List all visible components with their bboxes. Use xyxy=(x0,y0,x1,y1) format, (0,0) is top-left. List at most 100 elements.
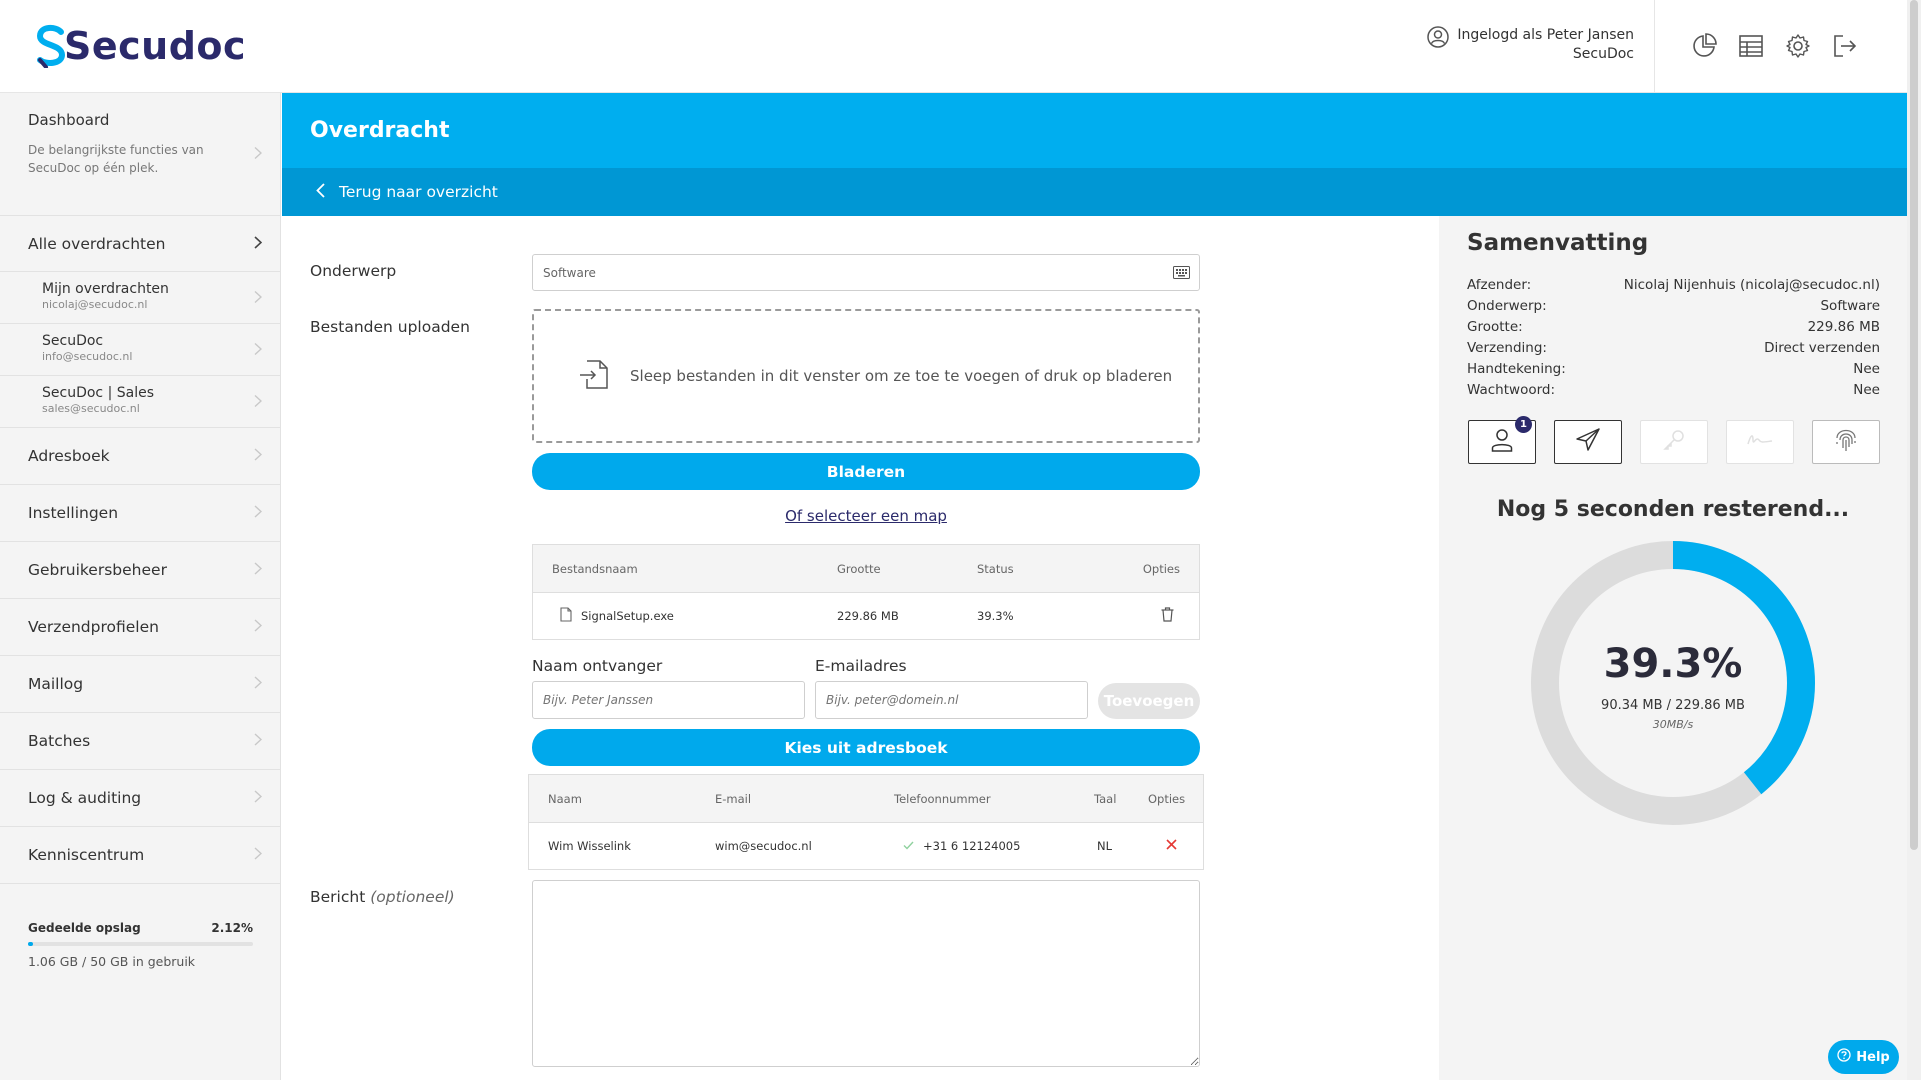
recipients-table: Naam E-mail Telefoonnummer Taal Opties W… xyxy=(528,774,1204,870)
summary-row-signature: Handtekening: Nee xyxy=(1467,361,1880,377)
sidebar-subitem-email: nicolaj@secudoc.nl xyxy=(42,298,148,311)
sidebar-subitem-label: SecuDoc xyxy=(42,333,104,349)
organization-name: SecuDoc xyxy=(1572,46,1634,62)
message-textarea[interactable] xyxy=(532,880,1200,1067)
progress-size: 90.34 MB / 229.86 MB xyxy=(1601,698,1745,713)
pie-chart-icon[interactable] xyxy=(1690,32,1717,59)
logged-in-as: Ingelogd als Peter Jansen xyxy=(1457,27,1634,43)
storage-label: Gedeelde opslag xyxy=(28,921,141,935)
fingerprint-option-button[interactable] xyxy=(1812,420,1880,464)
email-input[interactable] xyxy=(815,681,1088,719)
chevron-right-icon xyxy=(254,235,263,253)
sidebar-item-addressbook[interactable]: Adresboek xyxy=(0,428,280,485)
sidebar-item-label: Instellingen xyxy=(28,504,119,522)
sidebar-item-label: Adresboek xyxy=(28,447,110,465)
add-recipient-button[interactable]: Toevoegen xyxy=(1098,683,1200,719)
file-import-icon xyxy=(578,357,610,395)
password-option-button[interactable] xyxy=(1640,420,1708,464)
chevron-right-icon xyxy=(254,340,263,359)
sidebar-subitem-sales[interactable]: SecuDoc | Sales sales@secudoc.nl xyxy=(0,376,280,428)
sidebar-item-log-auditing[interactable]: Log & auditing xyxy=(0,770,280,827)
time-remaining: Nog 5 seconden resterend... xyxy=(1496,497,1850,522)
send-option-button[interactable] xyxy=(1554,420,1622,464)
chevron-right-icon xyxy=(254,618,263,636)
summary-row-sender: Afzender: Nicolaj Nijenhuis (nicolaj@secu… xyxy=(1467,277,1880,293)
sidebar-item-description: De belangrijkste functies van SecuDoc op… xyxy=(28,143,204,175)
column-header: Naam xyxy=(548,791,582,806)
sidebar-item-send-profiles[interactable]: Verzendprofielen xyxy=(0,599,280,656)
question-circle-icon xyxy=(1837,1048,1851,1066)
sidebar-item-user-management[interactable]: Gebruikersbeheer xyxy=(0,542,280,599)
user-info[interactable]: Ingelogd als Peter Jansen SecuDoc xyxy=(1427,26,1634,64)
summary-row-delivery: Verzending: Direct verzenden xyxy=(1467,340,1880,356)
subject-label: Onderwerp xyxy=(310,262,397,280)
remove-recipient-icon[interactable] xyxy=(1166,839,1177,853)
signature-option-button[interactable] xyxy=(1726,420,1794,464)
key-icon xyxy=(1662,428,1686,456)
sidebar-subitem-my-transfers[interactable]: Mijn overdrachten nicolaj@secudoc.nl xyxy=(0,272,280,324)
trash-icon[interactable] xyxy=(1161,607,1174,625)
recipient-name-input[interactable] xyxy=(532,681,805,719)
recipient-name-label: Naam ontvanger xyxy=(532,657,663,675)
page-scrollbar[interactable] xyxy=(1907,0,1921,1080)
sidebar-item-dashboard[interactable]: Dashboard De belangrijkste functies van … xyxy=(0,93,280,216)
files-table-header: Bestandsnaam Grootte Status Opties xyxy=(533,545,1199,593)
sidebar-item-batches[interactable]: Batches xyxy=(0,713,280,770)
sidebar-subitem-secudoc[interactable]: SecuDoc info@secudoc.nl xyxy=(0,324,280,376)
recipients-table-header: Naam E-mail Telefoonnummer Taal Opties xyxy=(529,775,1203,823)
subject-input[interactable]: Software xyxy=(532,254,1200,291)
summary-title: Samenvatting xyxy=(1467,230,1649,256)
page-title: Overdracht xyxy=(310,118,450,143)
user-circle-icon xyxy=(1427,26,1450,54)
back-label: Terug naar overzicht xyxy=(339,183,498,201)
file-dropzone[interactable]: Sleep bestanden in dit venster om ze toe… xyxy=(532,309,1200,443)
files-table: Bestandsnaam Grootte Status Opties Signa… xyxy=(532,544,1200,640)
user-icon xyxy=(1491,428,1513,456)
logo-shield-icon xyxy=(36,24,66,69)
recipients-option-button[interactable]: 1 xyxy=(1468,416,1536,464)
summary-value: Nee xyxy=(1853,361,1880,377)
sidebar-item-settings[interactable]: Instellingen xyxy=(0,485,280,542)
summary-row-size: Grootte: 229.86 MB xyxy=(1467,319,1880,335)
check-icon xyxy=(903,839,914,853)
storage-usage: 1.06 GB / 50 GB in gebruik xyxy=(28,954,196,969)
help-button[interactable]: Help xyxy=(1828,1040,1899,1074)
recipient-count-badge: 1 xyxy=(1515,416,1532,433)
secudoc-logo[interactable]: Secudoc xyxy=(36,24,246,69)
sidebar-item-knowledge-center[interactable]: Kenniscentrum xyxy=(0,827,280,884)
paper-plane-icon xyxy=(1575,428,1601,456)
sidebar-item-all-transfers[interactable]: Alle overdrachten xyxy=(0,216,280,272)
file-icon xyxy=(560,607,572,625)
column-header: Taal xyxy=(1094,791,1117,806)
message-label: Bericht (optioneel) xyxy=(310,888,455,906)
sidebar-item-label: Log & auditing xyxy=(28,789,142,807)
keyboard-icon[interactable] xyxy=(1173,266,1190,282)
select-folder-link[interactable]: Of selecteer een map xyxy=(532,507,1200,525)
back-to-overview-button[interactable]: Terug naar overzicht xyxy=(282,168,1907,216)
column-header: Opties xyxy=(1142,561,1180,576)
sidebar-subitem-email: sales@secudoc.nl xyxy=(42,402,140,415)
summary-key: Afzender: xyxy=(1467,277,1532,293)
chevron-right-icon xyxy=(254,504,263,522)
upload-progress-ring: 39.3% 90.34 MB / 229.86 MB 30MB/s xyxy=(1531,541,1815,825)
summary-key: Wachtwoord: xyxy=(1467,382,1556,398)
scrollbar-thumb[interactable] xyxy=(1910,0,1918,850)
sidebar-item-label: Alle overdrachten xyxy=(28,234,166,253)
browse-button[interactable]: Bladeren xyxy=(532,453,1200,490)
dropzone-text: Sleep bestanden in dit venster om ze toe… xyxy=(630,367,1173,385)
header-divider xyxy=(1654,0,1655,92)
page-title-bar: Overdracht xyxy=(282,93,1907,168)
table-icon[interactable] xyxy=(1737,32,1764,59)
chevron-right-icon xyxy=(254,732,263,750)
sidebar-item-label: Kenniscentrum xyxy=(28,846,145,864)
sidebar-item-maillog[interactable]: Maillog xyxy=(0,656,280,713)
shared-storage: Gedeelde opslag 2.12% 1.06 GB / 50 GB in… xyxy=(28,921,253,969)
help-label: Help xyxy=(1856,1049,1890,1065)
logout-icon[interactable] xyxy=(1831,32,1858,59)
summary-value: Nee xyxy=(1853,382,1880,398)
choose-from-addressbook-button[interactable]: Kies uit adresboek xyxy=(532,729,1200,766)
storage-percent: 2.12% xyxy=(211,921,253,935)
summary-row-password: Wachtwoord: Nee xyxy=(1467,382,1880,398)
gear-icon[interactable] xyxy=(1784,32,1811,59)
sidebar-item-label: Maillog xyxy=(28,675,84,693)
